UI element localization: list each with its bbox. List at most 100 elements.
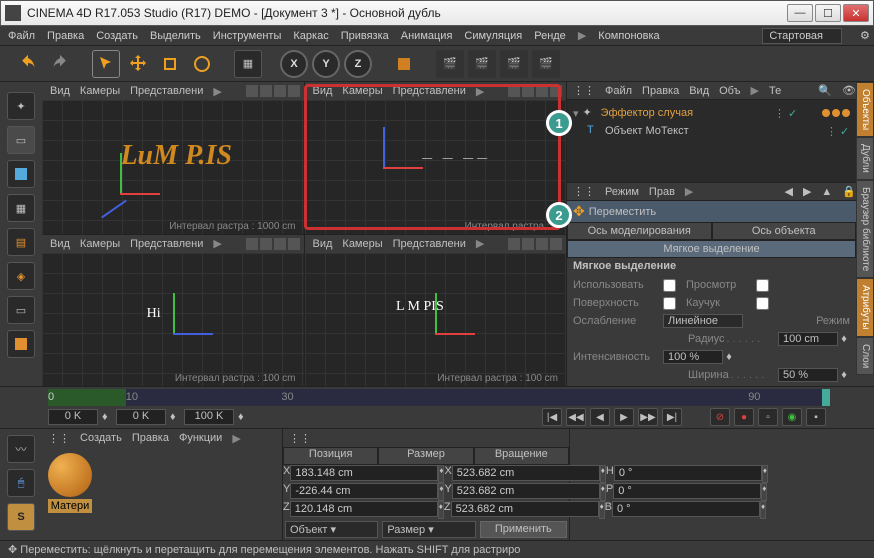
point-mode-icon[interactable]: ◈ (7, 262, 35, 290)
nav-up-icon[interactable]: ▲ (821, 186, 832, 198)
timeline-ruler[interactable]: 0 10 30 90 (48, 389, 826, 406)
menu-render[interactable]: Ренде (534, 30, 566, 42)
key-all-button[interactable]: ◉ (782, 408, 802, 426)
undo-button[interactable] (14, 50, 42, 78)
axis-x-button[interactable]: X (280, 50, 308, 78)
menu-create[interactable]: Создать (96, 30, 138, 42)
prev-frame-button[interactable]: ◀ (590, 408, 610, 426)
object-mode-combo[interactable]: Объект ▾ (285, 521, 378, 538)
material-preview[interactable] (48, 453, 92, 497)
rotate-tool[interactable] (188, 50, 216, 78)
object-row[interactable]: T Объект МоТекст ⋮✓ (571, 122, 852, 140)
use-checkbox[interactable] (663, 279, 676, 292)
tab-layers[interactable]: Слои (856, 337, 874, 375)
render-region-button[interactable]: 🎬 (468, 50, 496, 78)
viewport-right[interactable]: ВидКамерыПредставлени▶ Справа Hi Интерва… (42, 235, 304, 387)
tab-browser[interactable]: Браузер библиоте (856, 180, 874, 278)
search-icon[interactable]: 🔍 (818, 84, 832, 97)
surface-checkbox[interactable] (663, 297, 676, 310)
texture-mode-icon[interactable]: ▦ (7, 194, 35, 222)
curve-tool-icon[interactable]: 〰 (7, 435, 35, 463)
menu-snap[interactable]: Привязка (341, 30, 389, 42)
vp-nav-icon[interactable] (246, 85, 258, 97)
eye-icon[interactable]: 👁 (842, 84, 856, 97)
tab-soft-selection[interactable]: Мягкое выделение (567, 240, 856, 258)
apply-button[interactable]: Применить (480, 521, 567, 538)
menu-overflow-icon[interactable]: ▶ (578, 29, 586, 42)
menu-file[interactable]: Файл (8, 30, 35, 42)
intensity-field[interactable]: 100 % (663, 350, 723, 364)
grip-icon[interactable]: ⋮⋮ (48, 432, 70, 445)
material-name[interactable]: Матери (48, 499, 92, 513)
render-settings-button[interactable]: 🎬 (500, 50, 528, 78)
edge-mode-icon[interactable]: ▭ (7, 296, 35, 324)
goto-end-button[interactable]: ▶| (662, 408, 682, 426)
polygon-mode-icon[interactable] (7, 330, 35, 358)
end-frame-field[interactable]: 100 K (184, 409, 234, 425)
next-frame-button[interactable]: ▶▶ (638, 408, 658, 426)
render-queue-button[interactable]: 🎬 (532, 50, 560, 78)
viewport-canvas[interactable]: LuM P.IS (42, 100, 304, 234)
goto-start-button[interactable]: |◀ (542, 408, 562, 426)
prev-key-button[interactable]: ◀◀ (566, 408, 586, 426)
workplane-icon[interactable]: ▤ (7, 228, 35, 256)
axis-z-button[interactable]: Z (344, 50, 372, 78)
grip-icon[interactable]: ⋮⋮ (573, 185, 595, 198)
menu-layout[interactable]: Компоновка (598, 30, 659, 42)
falloff-combo[interactable]: Линейное (663, 314, 743, 328)
play-button[interactable]: ▶ (614, 408, 634, 426)
timeline-slider[interactable] (822, 389, 830, 406)
pos-z-field[interactable] (290, 501, 438, 517)
nav-fwd-icon[interactable]: ▶ (803, 185, 811, 198)
tab-attributes[interactable]: Атрибуты (856, 278, 874, 336)
axis-y-button[interactable]: Y (312, 50, 340, 78)
close-button[interactable]: ✕ (843, 4, 869, 22)
select-tool[interactable] (92, 50, 120, 78)
current-frame-field[interactable]: 0 K (116, 409, 166, 425)
menu-edit[interactable]: Правка (47, 30, 84, 42)
cube-icon[interactable] (7, 160, 35, 188)
object-row[interactable]: ▾ ✦ Эффектор случая ⋮✓ (571, 104, 852, 122)
nav-back-icon[interactable]: ◀ (784, 185, 792, 198)
vp-nav-icon[interactable] (274, 85, 286, 97)
record-button[interactable]: ⊘ (710, 408, 730, 426)
redo-button[interactable] (46, 50, 74, 78)
coord-system-button[interactable] (390, 50, 418, 78)
viewport-perspective[interactable]: Вид Камеры Представлени ▶ Перспектива Lu… (42, 82, 304, 234)
minimize-button[interactable]: — (787, 4, 813, 22)
tab-object-axis[interactable]: Ось объекта (712, 222, 857, 240)
layout-combo[interactable]: Стартовая (762, 28, 842, 44)
rubber-checkbox[interactable] (756, 297, 769, 310)
pos-y-field[interactable] (290, 483, 438, 499)
width-field[interactable]: 50 % (778, 368, 838, 382)
size-mode-combo[interactable]: Размер ▾ (382, 521, 475, 538)
pos-x-field[interactable] (290, 465, 438, 481)
menu-animation[interactable]: Анимация (401, 30, 453, 42)
autokey-button[interactable]: ● (734, 408, 754, 426)
tab-objects[interactable]: Объекты (856, 82, 874, 137)
viewport-menu-overflow-icon[interactable]: ▶ (213, 85, 221, 98)
lock-icon[interactable]: 🔒 (842, 185, 856, 198)
object-tree[interactable]: ▾ ✦ Эффектор случая ⋮✓ T Объект МоТекст … (567, 100, 856, 182)
viewport-front[interactable]: ВидКамерыПредставлени▶ Спереди L M PIS И… (305, 235, 567, 387)
mouse-icon[interactable]: 🖱 (7, 469, 35, 497)
menu-simulation[interactable]: Симуляция (464, 30, 522, 42)
grip-icon[interactable]: ⋮⋮ (289, 432, 311, 445)
render-view-button[interactable]: 🎬 (436, 50, 464, 78)
scale-tool[interactable] (156, 50, 184, 78)
move-tool[interactable] (124, 50, 152, 78)
grip-icon[interactable]: ⋮⋮ (573, 84, 595, 97)
last-tool[interactable]: ▦ (234, 50, 262, 78)
key-options-button[interactable]: ▪ (806, 408, 826, 426)
start-frame-field[interactable]: 0 K (48, 409, 98, 425)
tab-model-axis[interactable]: Ось моделирования (567, 222, 712, 240)
menu-tools[interactable]: Инструменты (213, 30, 282, 42)
key-pos-button[interactable]: ▫ (758, 408, 778, 426)
model-mode-icon[interactable]: ▭ (7, 126, 35, 154)
menu-select[interactable]: Выделить (150, 30, 201, 42)
viewport-top[interactable]: ВидКамерыПредставлени▶ Сверху — — —— Инт… (305, 82, 567, 234)
tab-takes[interactable]: Дубли (856, 137, 874, 180)
vp-nav-icon[interactable] (260, 85, 272, 97)
maximize-button[interactable]: ☐ (815, 4, 841, 22)
toolbar-config-icon[interactable]: ⚙ (860, 29, 874, 43)
